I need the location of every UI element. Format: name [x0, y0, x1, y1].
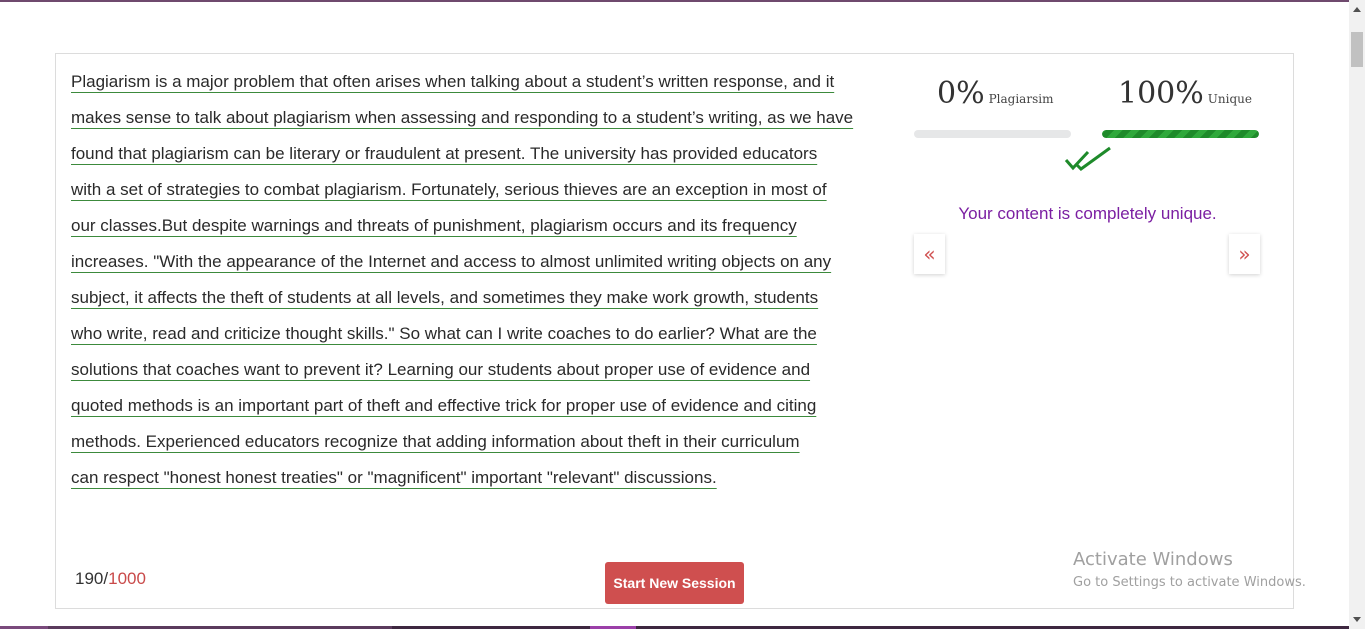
double-check-icon — [1064, 146, 1111, 171]
text-line: subject, it affects the theft of student… — [71, 288, 819, 307]
activate-windows-watermark: Activate Windows Go to Settings to activ… — [1073, 549, 1306, 590]
start-new-session-button[interactable]: Start New Session — [605, 562, 744, 604]
text-line: makes sense to talk about plagiarism whe… — [71, 108, 854, 127]
text-line: solutions that coaches want to prevent i… — [71, 360, 811, 379]
double-chevron-right-icon: » — [1238, 242, 1251, 266]
word-counter: 190/1000 — [75, 569, 146, 589]
unique-progress-fill — [1102, 130, 1259, 138]
text-line: found that plagiarism can be literary or… — [71, 144, 818, 163]
text-line: increases. "With the appearance of the I… — [71, 252, 832, 271]
watermark-subtitle: Go to Settings to activate Windows. — [1073, 575, 1306, 590]
word-limit: 1000 — [108, 569, 146, 588]
text-line: quoted methods is an important part of t… — [71, 396, 817, 415]
unique-progress-bar — [1102, 130, 1259, 138]
scroll-up-arrow-icon[interactable] — [1353, 7, 1361, 12]
watermark-title: Activate Windows — [1073, 549, 1233, 570]
result-message: Your content is completely unique. — [958, 204, 1217, 223]
text-line: can respect "honest honest treaties" or … — [71, 468, 717, 487]
text-line: with a set of strategies to combat plagi… — [71, 180, 827, 199]
unique-label: Unique — [1207, 92, 1252, 106]
double-chevron-left-icon: « — [923, 242, 936, 266]
plagiarism-stat: 0% Plagiarsim — [937, 76, 1053, 111]
unique-stat: 100% Unique — [1118, 76, 1252, 111]
content-text-area[interactable]: Plagiarism is a major problem that often… — [71, 64, 871, 496]
plagiarism-percent: 0% — [937, 76, 985, 111]
text-line: Plagiarism is a major problem that often… — [71, 72, 835, 91]
page-scrollbar[interactable] — [1349, 0, 1365, 629]
previous-result-button[interactable]: « — [914, 234, 945, 274]
word-count: 190 — [75, 569, 104, 588]
checker-card: Plagiarism is a major problem that often… — [55, 53, 1294, 609]
plagiarism-progress-bar — [914, 130, 1071, 138]
top-border — [0, 0, 1349, 2]
text-line: our classes.But despite warnings and thr… — [71, 216, 797, 235]
scroll-down-arrow-icon[interactable] — [1353, 617, 1361, 622]
scrollbar-thumb[interactable] — [1351, 32, 1363, 67]
next-result-button[interactable]: » — [1229, 234, 1260, 274]
text-line: who write, read and criticize thought sk… — [71, 324, 817, 343]
unique-percent: 100% — [1118, 76, 1204, 111]
text-line: methods. Experienced educators recognize… — [71, 432, 800, 451]
plagiarism-label: Plagiarsim — [988, 92, 1054, 106]
